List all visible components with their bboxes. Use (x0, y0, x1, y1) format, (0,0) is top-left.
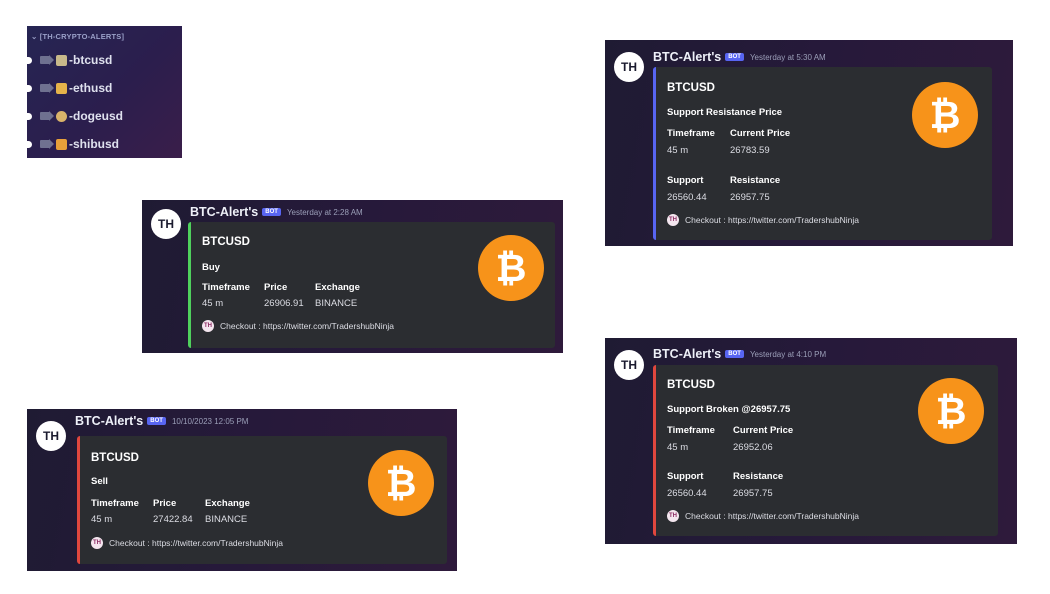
author-name[interactable]: BTC-Alert's (653, 347, 721, 361)
announcement-icon (40, 111, 54, 121)
footer-icon: TH (91, 537, 103, 549)
field-value: 26957.75 (733, 488, 773, 499)
field-value: BINANCE (205, 514, 248, 525)
field-label: Resistance (730, 175, 781, 186)
alert-embed: BTCUSD Sell Timeframe 45 m Price 27422.8… (77, 436, 447, 564)
footer-text[interactable]: Checkout : https://twitter.com/Tradershu… (685, 215, 859, 225)
channel-label: -shibusd (69, 137, 119, 151)
timestamp[interactable]: Yesterday at 5:30 AM (750, 53, 826, 62)
channel-emoji-icon (56, 110, 67, 122)
channel-ethusd[interactable]: -ethusd (27, 78, 112, 98)
field-label: Exchange (205, 498, 250, 509)
field-label: Price (264, 282, 288, 293)
field-label: Resistance (733, 471, 784, 482)
author-name[interactable]: BTC-Alert's (653, 50, 721, 64)
footer-text[interactable]: Checkout : https://twitter.com/Tradershu… (685, 511, 859, 521)
alert-embed: BTCUSD Support Broken @26957.75 Timefram… (653, 365, 998, 536)
field-value: 45 m (202, 298, 224, 309)
signal-type: Support Resistance Price (667, 107, 783, 118)
timestamp[interactable]: Yesterday at 2:28 AM (287, 208, 363, 217)
embed-title: BTCUSD (202, 236, 250, 248)
footer-icon: TH (667, 510, 679, 522)
field-label: Current Price (730, 128, 791, 139)
embed-footer: TH Checkout : https://twitter.com/Trader… (667, 214, 859, 226)
footer-text[interactable]: Checkout : https://twitter.com/Tradershu… (220, 321, 394, 331)
timestamp[interactable]: Yesterday at 4:10 PM (750, 350, 826, 359)
field-value: 45 m (667, 145, 689, 156)
field-value: 26560.44 (667, 192, 707, 203)
field-label: Timeframe (202, 282, 250, 293)
channel-emoji-icon (56, 54, 67, 66)
field-value: 26560.44 (667, 488, 707, 499)
signal-type: Sell (91, 476, 108, 487)
embed-title: BTCUSD (667, 379, 715, 391)
embed-title: BTCUSD (667, 82, 715, 94)
unread-indicator (27, 140, 32, 148)
unread-indicator (27, 84, 32, 92)
channel-emoji-icon (56, 138, 67, 150)
message-sell: TH BTC-Alert's BOT 10/10/2023 12:05 PM B… (27, 409, 457, 571)
signal-type: Support Broken @26957.75 (667, 404, 791, 415)
embed-footer: TH Checkout : https://twitter.com/Trader… (202, 320, 394, 332)
bot-avatar[interactable]: TH (36, 421, 66, 451)
field-value: 26952.06 (733, 442, 773, 453)
field-label: Support (667, 175, 704, 186)
message-support-resistance: TH BTC-Alert's BOT Yesterday at 5:30 AM … (605, 40, 1013, 246)
bitcoin-icon: ₿ (478, 235, 544, 301)
field-value: 26957.75 (730, 192, 770, 203)
field-label: Timeframe (667, 425, 715, 436)
channel-shibusd[interactable]: -shibusd (27, 134, 119, 154)
bot-avatar[interactable]: TH (151, 209, 181, 239)
channel-category[interactable]: ⌄ [TH-CRYPTO-ALERTS] (31, 32, 124, 41)
field-label: Current Price (733, 425, 794, 436)
bot-badge: BOT (262, 208, 281, 216)
embed-footer: TH Checkout : https://twitter.com/Trader… (667, 510, 859, 522)
alert-embed: BTCUSD Buy Timeframe 45 m Price 26906.91… (188, 222, 555, 348)
channel-label: -dogeusd (69, 109, 123, 123)
bitcoin-icon: ₿ (368, 450, 434, 516)
alert-embed: BTCUSD Support Resistance Price Timefram… (653, 67, 992, 240)
author-name[interactable]: BTC-Alert's (75, 414, 143, 428)
channel-list: ⌄ [TH-CRYPTO-ALERTS] -btcusd -ethusd -do… (27, 26, 182, 158)
signal-type: Buy (202, 262, 220, 273)
bot-badge: BOT (147, 417, 166, 425)
announcement-icon (40, 55, 54, 65)
field-value: 45 m (667, 442, 689, 453)
embed-footer: TH Checkout : https://twitter.com/Trader… (91, 537, 283, 549)
embed-title: BTCUSD (91, 452, 139, 464)
message-support-broken: TH BTC-Alert's BOT Yesterday at 4:10 PM … (605, 338, 1017, 544)
bot-avatar[interactable]: TH (614, 52, 644, 82)
unread-indicator (27, 56, 32, 64)
announcement-icon (40, 83, 54, 93)
footer-text[interactable]: Checkout : https://twitter.com/Tradershu… (109, 538, 283, 548)
channel-emoji-icon (56, 82, 67, 94)
footer-icon: TH (202, 320, 214, 332)
field-value: 26906.91 (264, 298, 304, 309)
field-label: Timeframe (667, 128, 715, 139)
footer-icon: TH (667, 214, 679, 226)
author-name[interactable]: BTC-Alert's (190, 205, 258, 219)
unread-indicator (27, 112, 32, 120)
bot-badge: BOT (725, 350, 744, 358)
field-label: Timeframe (91, 498, 139, 509)
bitcoin-icon: ₿ (912, 82, 978, 148)
channel-dogeusd[interactable]: -dogeusd (27, 106, 123, 126)
channel-btcusd[interactable]: -btcusd (27, 50, 112, 70)
channel-label: -ethusd (69, 81, 113, 95)
message-buy: TH BTC-Alert's BOT Yesterday at 2:28 AM … (142, 200, 563, 353)
bot-avatar[interactable]: TH (614, 350, 644, 380)
field-value: 26783.59 (730, 145, 770, 156)
channel-label: -btcusd (69, 53, 113, 67)
timestamp[interactable]: 10/10/2023 12:05 PM (172, 417, 249, 426)
field-label: Price (153, 498, 177, 509)
field-label: Exchange (315, 282, 360, 293)
field-value: 27422.84 (153, 514, 193, 525)
field-value: BINANCE (315, 298, 358, 309)
bitcoin-icon: ₿ (918, 378, 984, 444)
bot-badge: BOT (725, 53, 744, 61)
announcement-icon (40, 139, 54, 149)
field-label: Support (667, 471, 704, 482)
field-value: 45 m (91, 514, 113, 525)
